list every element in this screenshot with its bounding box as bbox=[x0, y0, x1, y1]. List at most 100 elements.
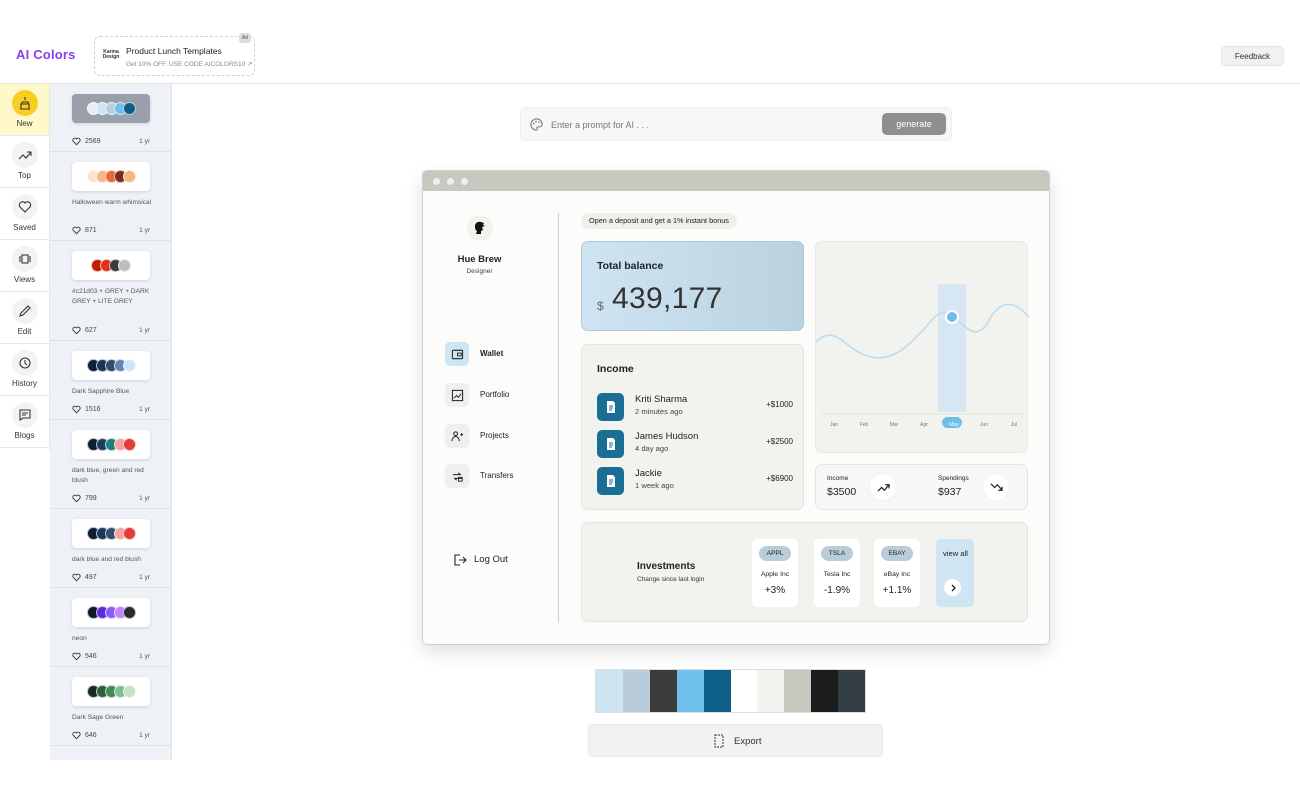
heart-icon[interactable] bbox=[72, 226, 81, 237]
side-nav: New Top Saved Views Edit History Blogs bbox=[0, 84, 50, 450]
nav-item-new[interactable]: New bbox=[0, 84, 49, 136]
logout-button[interactable]: Log Out bbox=[453, 552, 533, 568]
palette-footer: 871 1 yr bbox=[72, 226, 150, 236]
color-swatch[interactable] bbox=[784, 670, 812, 712]
prompt-input[interactable] bbox=[551, 115, 871, 135]
palette-name: dark blue and red blush bbox=[72, 556, 141, 563]
heart-icon[interactable] bbox=[72, 405, 81, 416]
palette-age: 1 yr bbox=[139, 495, 150, 502]
palette-list[interactable]: 2569 1 yr Halloween warm whimsical 871 1… bbox=[50, 84, 172, 760]
ad-subtitle: Get 10% OFF. USE CODE AICOLORS10 ↗ bbox=[126, 61, 253, 68]
heart-icon[interactable] bbox=[72, 731, 81, 742]
palette-age: 1 yr bbox=[139, 138, 150, 145]
nav-item-top[interactable]: Top bbox=[0, 136, 49, 188]
palette-footer: 497 1 yr bbox=[72, 573, 150, 583]
palette-item[interactable]: 2569 1 yr bbox=[50, 84, 171, 152]
preview-window: Hue Brew Designer Wallet Portfolio Proje… bbox=[422, 170, 1050, 645]
chevron-right-icon[interactable] bbox=[944, 579, 961, 596]
export-button[interactable]: Export bbox=[588, 724, 883, 757]
palette-name: dark blue, green and red blush bbox=[72, 467, 144, 484]
transaction-amount: +$2500 bbox=[766, 437, 793, 446]
palette-swatch[interactable] bbox=[72, 251, 150, 280]
palette-name: Dark Sage Green bbox=[72, 714, 124, 721]
feedback-button[interactable]: Feedback bbox=[1221, 46, 1284, 66]
stock-card[interactable]: EBAY eBay Inc +1.1% bbox=[874, 539, 920, 607]
spendings-stat-label: Spendings bbox=[938, 475, 969, 482]
heart-icon[interactable] bbox=[72, 137, 81, 148]
color-swatch[interactable] bbox=[811, 670, 839, 712]
income-title: Income bbox=[597, 363, 634, 375]
palette-swatch[interactable] bbox=[72, 94, 150, 123]
transaction-row[interactable]: James Hudson 4 day ago +$2500 bbox=[597, 430, 793, 460]
nav-item-blogs[interactable]: Blogs bbox=[0, 396, 49, 448]
palette-item[interactable]: neon 546 1 yr bbox=[50, 588, 171, 667]
nav-item-views[interactable]: Views bbox=[0, 240, 49, 292]
heart-icon[interactable] bbox=[72, 652, 81, 663]
palette-footer: 799 1 yr bbox=[72, 494, 150, 504]
logout-label: Log Out bbox=[474, 554, 508, 565]
palette-swatch[interactable] bbox=[72, 162, 150, 191]
menu-item-wallet[interactable]: Wallet bbox=[445, 342, 555, 366]
stock-card[interactable]: APPL Apple Inc +3% bbox=[752, 539, 798, 607]
ad-brand-logo: Karma Design bbox=[102, 49, 120, 60]
heart-icon[interactable] bbox=[72, 326, 81, 337]
color-swatch[interactable] bbox=[703, 670, 731, 712]
palette-item[interactable]: Dark Sapphire Blue 1516 1 yr bbox=[50, 341, 171, 420]
sidebar-divider bbox=[558, 213, 559, 623]
view-all-button[interactable]: view all bbox=[936, 539, 974, 607]
document-icon bbox=[597, 467, 624, 495]
menu-label: Wallet bbox=[480, 349, 504, 358]
palette-swatch[interactable] bbox=[72, 519, 150, 548]
transaction-row[interactable]: Kriti Sharma 2 minutes ago +$1000 bbox=[597, 393, 793, 423]
trending-down-icon[interactable] bbox=[983, 474, 1009, 500]
chart-point[interactable] bbox=[945, 310, 959, 324]
transaction-row[interactable]: Jackie 1 week ago +$6900 bbox=[597, 467, 793, 497]
projects-icon bbox=[445, 424, 469, 448]
spendings-stat-value: $937 bbox=[938, 486, 962, 498]
color-swatch[interactable] bbox=[622, 670, 650, 712]
color-swatch[interactable] bbox=[649, 670, 677, 712]
month-label: Mar bbox=[890, 422, 899, 428]
color-swatch[interactable] bbox=[730, 670, 758, 712]
profile-name: Hue Brew bbox=[457, 254, 502, 265]
color-dot bbox=[122, 527, 136, 540]
ad-tag: Ad bbox=[238, 33, 251, 43]
menu-item-portfolio[interactable]: Portfolio bbox=[445, 383, 555, 407]
trending-up-icon[interactable] bbox=[870, 474, 896, 500]
palette-item[interactable]: Halloween warm whimsical 871 1 yr bbox=[50, 152, 171, 241]
investments-subtitle: Change since last login bbox=[637, 576, 705, 583]
palette-item[interactable]: Dark Sage Green 646 1 yr bbox=[50, 667, 171, 746]
like-count: 497 bbox=[85, 574, 97, 581]
profile-role: Designer bbox=[466, 268, 493, 275]
palette-item[interactable]: dark blue and red blush 497 1 yr bbox=[50, 509, 171, 588]
heart-icon[interactable] bbox=[72, 494, 81, 505]
palette-item[interactable]: dark blue, green and red blush 799 1 yr bbox=[50, 420, 171, 509]
menu-item-projects[interactable]: Projects bbox=[445, 424, 555, 448]
nav-item-edit[interactable]: Edit bbox=[0, 292, 49, 344]
stock-ticker: APPL bbox=[759, 546, 791, 561]
color-swatch[interactable] bbox=[838, 670, 866, 712]
color-swatch[interactable] bbox=[676, 670, 704, 712]
palette-swatch[interactable] bbox=[72, 677, 150, 706]
heart-icon[interactable] bbox=[72, 573, 81, 584]
month-label: Jul bbox=[1011, 422, 1017, 428]
app-logo[interactable]: AI Colors bbox=[16, 47, 76, 62]
nav-item-saved[interactable]: Saved bbox=[0, 188, 49, 240]
generate-button[interactable]: generate bbox=[882, 113, 946, 135]
portfolio-icon bbox=[445, 383, 469, 407]
ad-banner[interactable]: Karma Design Product Lunch Templates Get… bbox=[94, 33, 255, 76]
stock-card[interactable]: TSLA Tesla Inc -1.9% bbox=[814, 539, 860, 607]
palette-strip[interactable] bbox=[595, 669, 866, 713]
like-count: 871 bbox=[85, 227, 97, 234]
palette-item[interactable]: #c21d03 + GREY + DARK GREY + LITE GREY 6… bbox=[50, 241, 171, 341]
color-swatch[interactable] bbox=[596, 670, 623, 712]
palette-swatch[interactable] bbox=[72, 430, 150, 459]
nav-item-history[interactable]: History bbox=[0, 344, 49, 396]
palette-swatch[interactable] bbox=[72, 598, 150, 627]
palette-swatch[interactable] bbox=[72, 351, 150, 380]
color-swatch[interactable] bbox=[757, 670, 785, 712]
like-count: 1516 bbox=[85, 406, 101, 413]
menu-item-transfers[interactable]: Transfers bbox=[445, 464, 555, 488]
nav-label: New bbox=[16, 119, 33, 128]
promo-badge[interactable]: Open a deposit and get a 1% instant bonu… bbox=[581, 213, 737, 229]
